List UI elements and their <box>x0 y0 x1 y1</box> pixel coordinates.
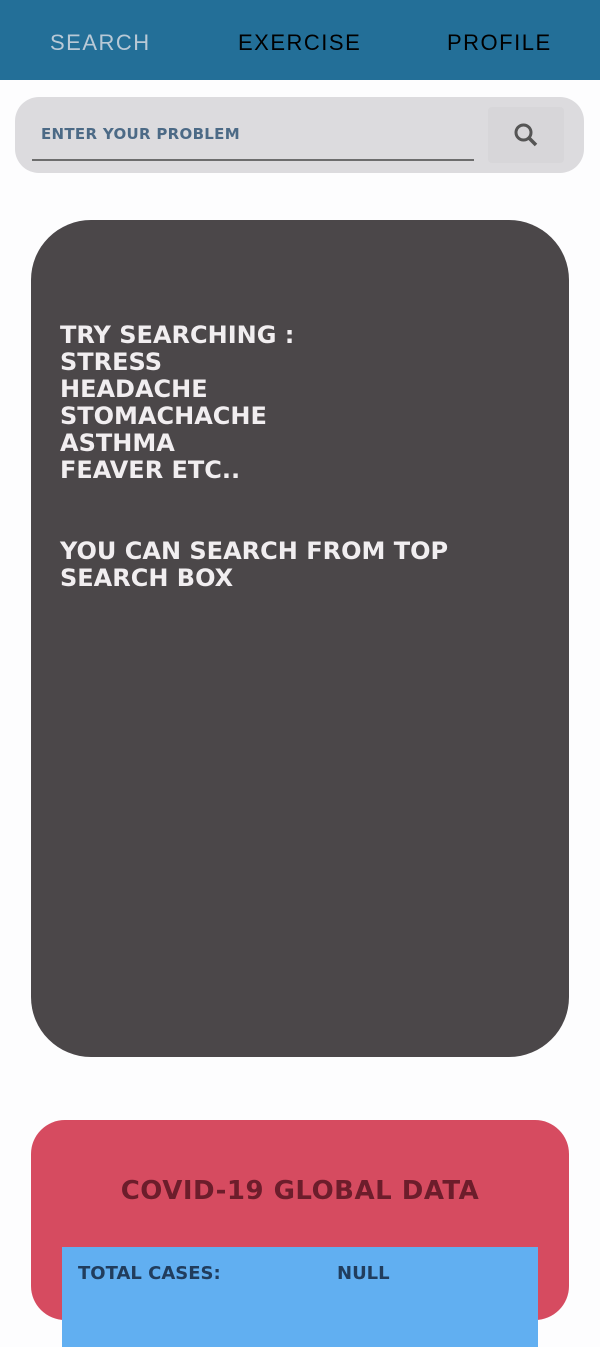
tip-line: STRESS <box>60 348 163 376</box>
search-tips-card: TRY SEARCHING : STRESS HEADACHE STOMACHA… <box>31 220 569 1057</box>
search-bar: ENTER YOUR PROBLEM <box>15 97 584 173</box>
top-nav: SEARCH EXERCISE PROFILE <box>0 0 600 80</box>
covid-title: COVID-19 GLOBAL DATA <box>120 1176 480 1206</box>
total-cases-value: NULL <box>337 1263 390 1284</box>
search-icon <box>514 123 538 147</box>
tab-search[interactable]: SEARCH <box>50 30 151 56</box>
tab-profile[interactable]: PROFILE <box>447 30 552 56</box>
input-underline <box>32 159 474 161</box>
total-cases-label: TOTAL CASES: <box>78 1263 221 1284</box>
hint-line: SEARCH BOX <box>60 564 234 592</box>
covid-card: COVID-19 GLOBAL DATA TOTAL CASES: NULL <box>31 1120 569 1347</box>
search-input[interactable]: ENTER YOUR PROBLEM <box>41 125 240 143</box>
tip-line: ASTHMA <box>60 429 175 457</box>
tip-line: STOMACHACHE <box>60 402 267 430</box>
tab-exercise[interactable]: EXERCISE <box>238 30 361 56</box>
covid-table: TOTAL CASES: NULL <box>62 1247 538 1347</box>
tip-line: FEAVER ETC.. <box>60 456 241 484</box>
search-button[interactable] <box>488 107 564 163</box>
tip-line: TRY SEARCHING : <box>60 321 295 349</box>
hint-line: YOU CAN SEARCH FROM TOP <box>60 537 449 565</box>
tip-line: HEADACHE <box>60 375 208 403</box>
